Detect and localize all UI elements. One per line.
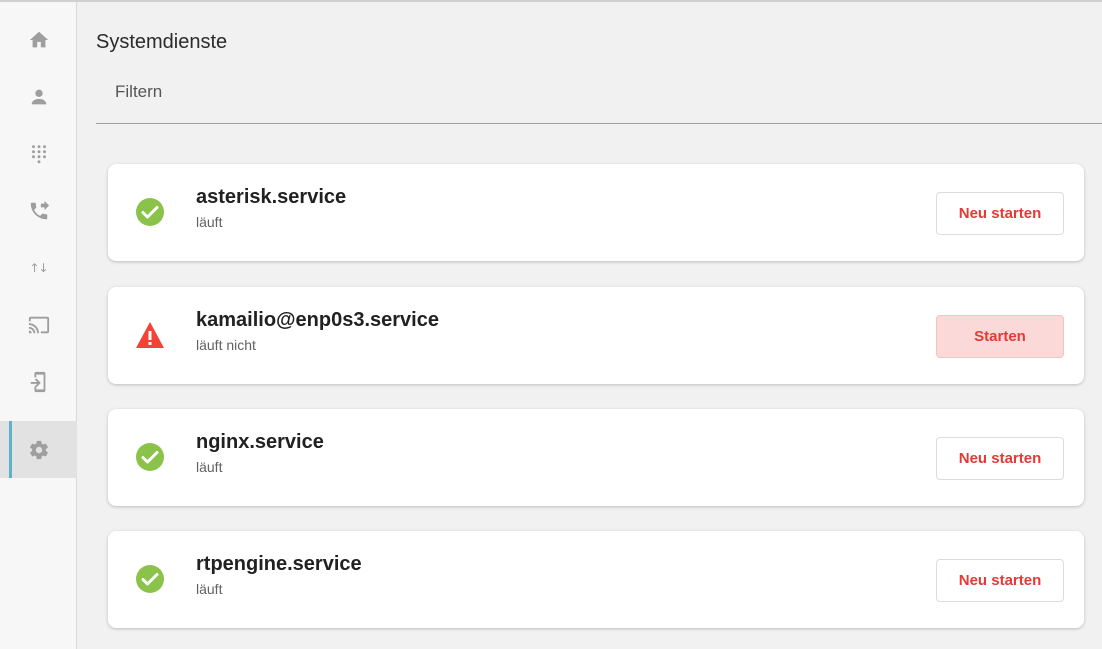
sidebar-item-users[interactable] — [0, 68, 77, 125]
phone-forward-icon — [30, 200, 49, 219]
service-status: läuft — [196, 459, 223, 475]
check-circle-icon — [136, 565, 164, 593]
sidebar: ↑↓ — [0, 2, 77, 649]
restart-button[interactable]: Neu starten — [936, 437, 1064, 480]
warning-icon — [136, 322, 164, 348]
device-login-icon — [30, 371, 45, 392]
service-status: läuft nicht — [196, 337, 256, 353]
service-card: asterisk.service läuft Neu starten — [108, 164, 1084, 261]
sidebar-item-settings[interactable] — [0, 421, 77, 478]
service-card: rtpengine.service läuft Neu starten — [108, 531, 1084, 628]
service-status: läuft — [196, 214, 223, 230]
service-name: nginx.service — [196, 431, 324, 453]
check-circle-icon — [136, 443, 164, 471]
service-name: rtpengine.service — [196, 553, 362, 575]
cast-icon — [28, 316, 49, 333]
main-content: Systemdienste Filtern asterisk.service l… — [78, 2, 1102, 649]
check-circle-icon — [136, 198, 164, 226]
sidebar-item-device[interactable] — [0, 353, 77, 410]
home-icon — [29, 31, 48, 47]
service-status: läuft — [196, 581, 223, 597]
sidebar-item-home[interactable] — [0, 11, 77, 68]
sidebar-item-call-forwarding[interactable] — [0, 182, 77, 239]
service-name: asterisk.service — [196, 186, 347, 208]
arrows-up-down-icon: ↑↓ — [29, 260, 48, 275]
gear-icon — [29, 440, 48, 459]
service-name: kamailio@enp0s3.service — [196, 309, 439, 331]
sidebar-item-dialpad[interactable] — [0, 125, 77, 182]
page-title: Systemdienste — [96, 31, 228, 53]
sidebar-item-transfer[interactable]: ↑↓ — [0, 239, 77, 296]
restart-button[interactable]: Neu starten — [936, 192, 1064, 235]
start-button[interactable]: Starten — [936, 315, 1064, 358]
service-card: nginx.service läuft Neu starten — [108, 409, 1084, 506]
restart-button[interactable]: Neu starten — [936, 559, 1064, 602]
user-icon — [31, 89, 46, 104]
divider — [96, 123, 1102, 124]
sidebar-item-cast[interactable] — [0, 296, 77, 353]
dialpad-icon — [31, 144, 46, 163]
filter-tab[interactable]: Filtern — [115, 82, 162, 102]
service-card: kamailio@enp0s3.service läuft nicht Star… — [108, 287, 1084, 384]
